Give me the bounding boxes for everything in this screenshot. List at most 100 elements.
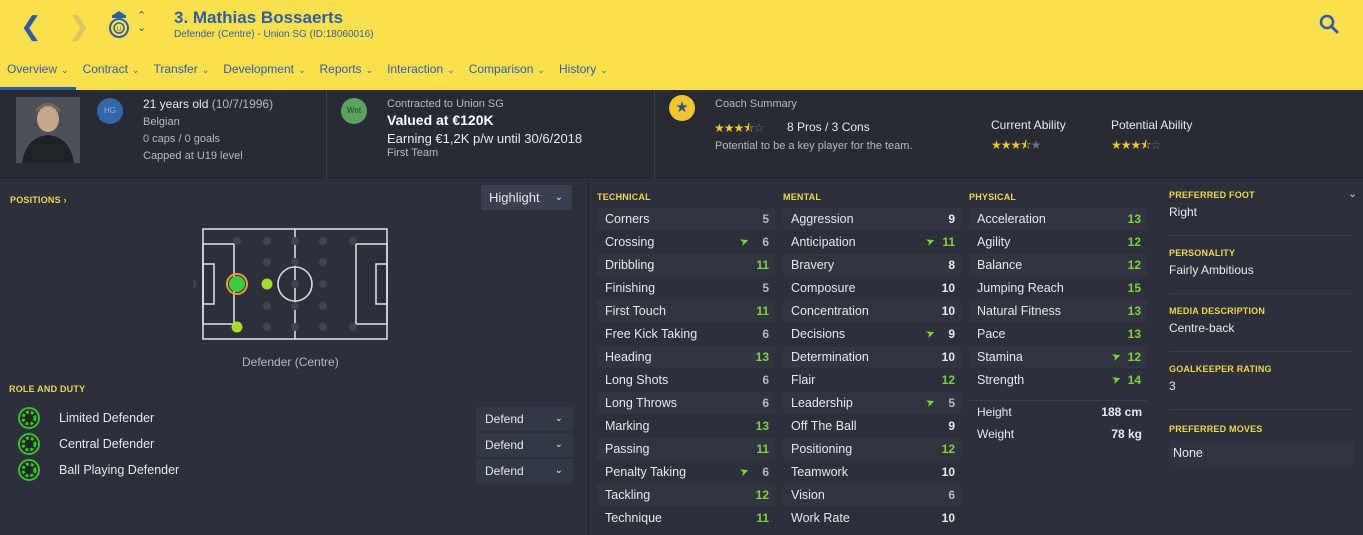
divider	[654, 90, 655, 178]
role-row[interactable]: Central Defender	[18, 433, 218, 457]
tab-comparison[interactable]: Comparison ⌄	[462, 60, 552, 90]
attribute-row[interactable]: Crossing ➤ 6	[597, 231, 775, 253]
attribute-row[interactable]: Jumping Reach 15	[969, 277, 1147, 299]
attribute-row[interactable]: Dribbling 11	[597, 254, 775, 276]
tab-interaction[interactable]: Interaction ⌄	[380, 60, 462, 90]
chevron-down-icon: ⌄	[537, 66, 545, 76]
attribute-row[interactable]: Technique 11	[597, 507, 775, 529]
attribute-value: 10	[941, 304, 955, 318]
tab-development[interactable]: Development ⌄	[216, 60, 312, 90]
tab-reports[interactable]: Reports ⌄	[313, 60, 381, 90]
attribute-row[interactable]: Free Kick Taking 6	[597, 323, 775, 345]
highlight-label: Highlight	[489, 190, 540, 205]
accomplished-position-dot	[261, 278, 273, 290]
attribute-row[interactable]: Work Rate 10	[783, 507, 961, 529]
tab-label: Interaction	[387, 62, 444, 76]
attribute-name: Heading	[605, 350, 652, 364]
attribute-row[interactable]: Natural Fitness 13	[969, 300, 1147, 322]
attribute-name: Corners	[605, 212, 650, 226]
svg-text:U: U	[117, 27, 121, 33]
forward-arrow-icon[interactable]: ❯	[68, 12, 90, 42]
attribute-name: Marking	[605, 419, 650, 433]
attribute-row[interactable]: Stamina ➤ 12	[969, 346, 1147, 368]
homegrown-badge: HG	[97, 98, 123, 124]
attribute-row[interactable]: Balance 12	[969, 254, 1147, 276]
coach-summary-title: Coach Summary	[715, 98, 797, 110]
search-icon[interactable]	[1319, 14, 1339, 34]
player-subtitle: Defender (Centre) - Union SG (ID:1806001…	[174, 29, 374, 40]
highlight-dropdown[interactable]: Highlight ⌄	[481, 185, 572, 210]
attribute-row[interactable]: Positioning 12	[783, 438, 961, 460]
attribute-name: Flair	[791, 373, 816, 387]
attribute-value: 14	[1127, 373, 1141, 387]
star-icon: ★★★	[1111, 138, 1141, 152]
attribute-row[interactable]: Anticipation ➤ 11	[783, 231, 961, 253]
attribute-name: Determination	[791, 350, 869, 364]
player-switch-icon[interactable]: ⌃ ⌄	[137, 10, 146, 34]
player-name: 3. Mathias Bossaerts	[174, 8, 344, 27]
role-row[interactable]: Limited Defender	[18, 407, 218, 431]
attribute-row[interactable]: Finishing 5	[597, 277, 775, 299]
attribute-row[interactable]: Vision 6	[783, 484, 961, 506]
duty-dropdown[interactable]: Defend ⌄	[476, 407, 573, 431]
attribute-row[interactable]: Corners 5	[597, 208, 775, 230]
improving-arrow-icon: ➤	[737, 233, 751, 250]
summary-stars: ★★★⯪☆	[714, 119, 764, 140]
attribute-value: 13	[755, 419, 769, 433]
pitch-diagram	[193, 228, 388, 340]
attribute-row[interactable]: Concentration 10	[783, 300, 961, 322]
club-crest-icon[interactable]: U	[106, 9, 132, 39]
attribute-value: 15	[1127, 281, 1141, 295]
attribute-name: Positioning	[791, 442, 853, 456]
physical-header: PHYSICAL	[969, 192, 1017, 202]
attribute-row[interactable]: Decisions ➤ 9	[783, 323, 961, 345]
attribute-row[interactable]: Tackling 12	[597, 484, 775, 506]
attribute-row[interactable]: Acceleration 13	[969, 208, 1147, 230]
preferred-foot-label: PREFERRED FOOT	[1169, 190, 1255, 200]
attribute-value: 6	[762, 396, 769, 410]
attribute-row[interactable]: Passing 11	[597, 438, 775, 460]
attribute-row[interactable]: Long Throws 6	[597, 392, 775, 414]
attribute-row[interactable]: Pace 13	[969, 323, 1147, 345]
position-dots	[193, 237, 357, 331]
attribute-name: Off The Ball	[791, 419, 857, 433]
back-arrow-icon[interactable]: ❮	[20, 12, 42, 42]
positions-header[interactable]: POSITIONS ›	[10, 195, 67, 205]
attribute-row[interactable]: Leadership ➤ 5	[783, 392, 961, 414]
attribute-row[interactable]: Marking 13	[597, 415, 775, 437]
attribute-row[interactable]: Strength ➤ 14	[969, 369, 1147, 391]
role-ring-icon	[21, 436, 37, 452]
attribute-row[interactable]: First Touch 11	[597, 300, 775, 322]
attribute-row[interactable]: Long Shots 6	[597, 369, 775, 391]
tab-bar: Overview ⌄ Contract ⌄ Transfer ⌄ Developmen…	[0, 60, 615, 90]
attribute-row[interactable]: Composure 10	[783, 277, 961, 299]
attribute-value: 12	[1127, 258, 1141, 272]
attribute-row[interactable]: Aggression 9	[783, 208, 961, 230]
attribute-row[interactable]: Heading 13	[597, 346, 775, 368]
role-row[interactable]: Ball Playing Defender	[18, 459, 218, 483]
chevron-down-icon: ⌄	[61, 66, 69, 76]
role-icon	[18, 433, 40, 455]
attribute-value: 10	[941, 281, 955, 295]
duty-dropdown[interactable]: Defend ⌄	[476, 459, 573, 483]
attribute-row[interactable]: Bravery 8	[783, 254, 961, 276]
attribute-row[interactable]: Flair 12	[783, 369, 961, 391]
chevron-down-icon: ⌄	[554, 465, 563, 476]
tab-contract[interactable]: Contract ⌄	[76, 60, 147, 90]
attribute-row[interactable]: Teamwork 10	[783, 461, 961, 483]
half-star-icon: ⯪	[743, 121, 754, 135]
tab-overview[interactable]: Overview ⌄	[0, 60, 76, 90]
current-ability-stars: ★★★⯪★	[991, 136, 1041, 157]
attribute-row[interactable]: Penalty Taking ➤ 6	[597, 461, 775, 483]
attribute-name: Tackling	[605, 488, 651, 502]
attribute-row[interactable]: Agility 12	[969, 231, 1147, 253]
tab-history[interactable]: History ⌄	[552, 60, 615, 90]
attribute-row[interactable]: Off The Ball 9	[783, 415, 961, 437]
role-ring-icon	[21, 462, 37, 478]
height-value: 188 cm	[1101, 405, 1142, 419]
tab-transfer[interactable]: Transfer ⌄	[146, 60, 216, 90]
duty-dropdown[interactable]: Defend ⌄	[476, 433, 573, 457]
capped-level: Capped at U19 level	[143, 150, 243, 162]
attribute-row[interactable]: Determination 10	[783, 346, 961, 368]
attribute-value: 12	[941, 442, 955, 456]
